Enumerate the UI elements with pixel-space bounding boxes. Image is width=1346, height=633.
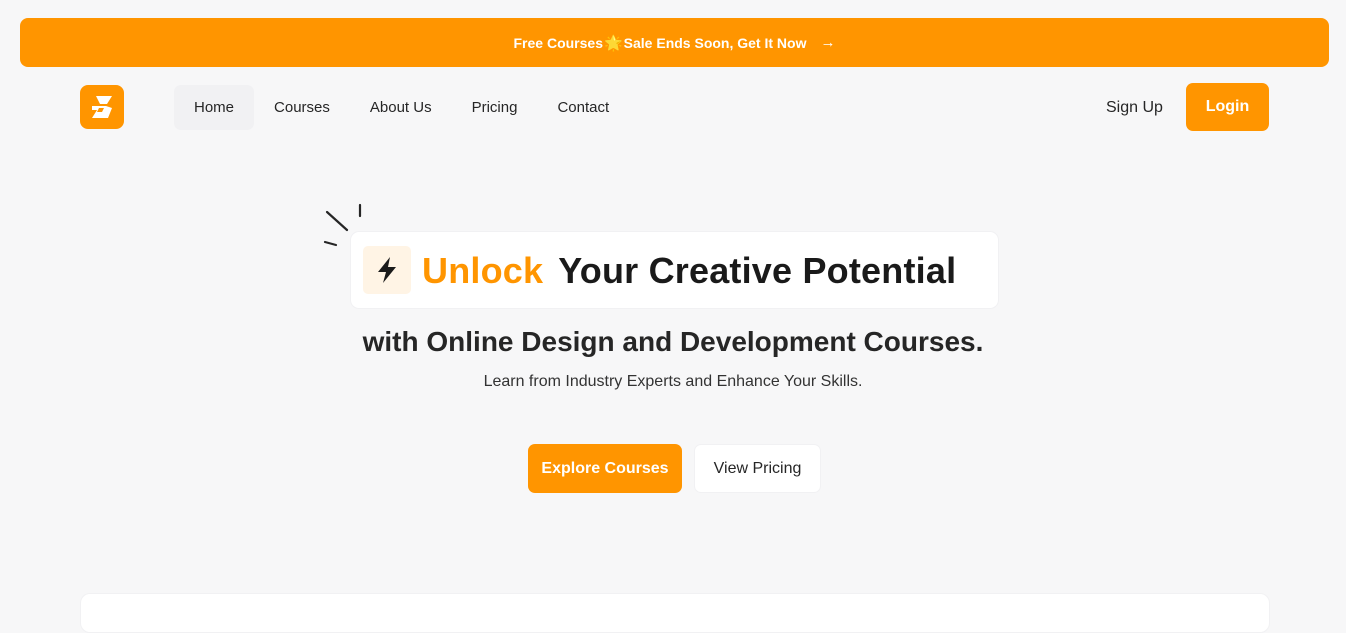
banner-text-after: Sale Ends Soon, Get It Now [623,34,807,51]
view-pricing-button[interactable]: View Pricing [694,444,821,493]
main-nav: Home Courses About Us Pricing Contact [174,85,629,130]
nav-item-courses[interactable]: Courses [254,85,350,130]
banner-text-before: Free Courses [513,34,603,51]
nav-item-contact[interactable]: Contact [537,85,629,130]
hero-tagline: Learn from Industry Experts and Enhance … [483,373,863,390]
logo-mark [92,96,112,118]
promo-banner[interactable]: Free Courses 🌟 Sale Ends Soon, Get It No… [20,18,1329,67]
logo-icon[interactable] [80,85,124,129]
hero-headline: Unlock Your Creative Potential [422,232,956,310]
lightning-bolt-icon [363,246,411,294]
headline-card: Unlock Your Creative Potential [350,231,999,309]
sign-up-link[interactable]: Sign Up [1106,85,1163,130]
star-icon: 🌟 [603,34,623,52]
nav-item-pricing[interactable]: Pricing [452,85,538,130]
nav-item-about-us[interactable]: About Us [350,85,452,130]
content-card [80,593,1270,633]
headline-accent: Unlock [422,250,544,291]
explore-courses-button[interactable]: Explore Courses [528,444,682,493]
headline-rest: Your Creative Potential [558,250,957,291]
arrow-right-icon: → [820,34,836,51]
hero-subline: with Online Design and Development Cours… [362,326,984,357]
login-button[interactable]: Login [1186,83,1269,131]
nav-item-home[interactable]: Home [174,85,255,130]
